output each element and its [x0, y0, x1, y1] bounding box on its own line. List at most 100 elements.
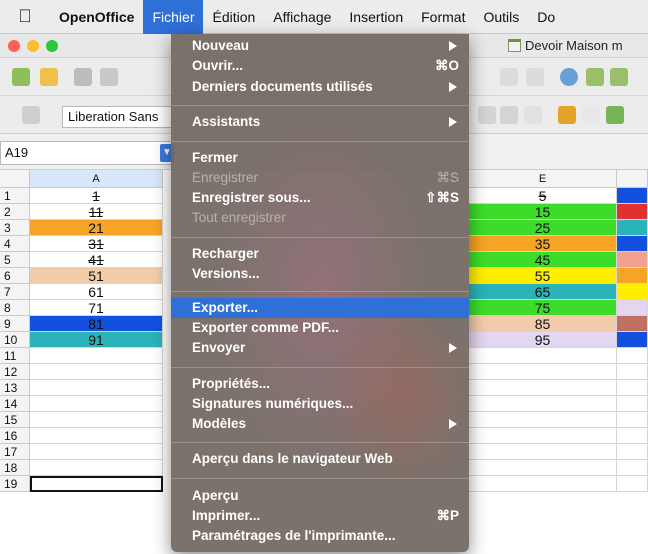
cell-f[interactable]	[617, 220, 648, 236]
cell-e[interactable]	[469, 412, 617, 428]
new-document-icon[interactable]	[12, 68, 30, 86]
cell-a[interactable]: 81	[30, 316, 163, 332]
row-header[interactable]: 2	[0, 204, 30, 220]
cell-e[interactable]: 75	[469, 300, 617, 316]
menu-item-versions[interactable]: Versions...	[171, 264, 469, 284]
menu-fichier[interactable]: Fichier	[143, 0, 204, 34]
menu-item-enregistrer-sous[interactable]: Enregistrer sous... ⇧⌘S	[171, 188, 469, 208]
cell-e[interactable]: 15	[469, 204, 617, 220]
cell-f[interactable]	[617, 364, 648, 380]
cell-a[interactable]	[30, 444, 163, 460]
cell-e[interactable]: 95	[469, 332, 617, 348]
cell-e[interactable]	[469, 396, 617, 412]
styles-icon[interactable]	[22, 106, 40, 124]
cell-a[interactable]: 41	[30, 252, 163, 268]
cell-e[interactable]: 5	[469, 188, 617, 204]
cell-a[interactable]	[30, 396, 163, 412]
menu-item-exporter[interactable]: Exporter...	[171, 298, 469, 318]
menu-item-assistants[interactable]: Assistants	[171, 112, 469, 132]
cell-a[interactable]	[30, 428, 163, 444]
merge-cells-icon[interactable]	[524, 106, 542, 124]
cell-e[interactable]	[469, 348, 617, 364]
zoom-window-button[interactable]	[46, 40, 58, 52]
cell-a[interactable]: 1	[30, 188, 163, 204]
row-header[interactable]: 8	[0, 300, 30, 316]
column-header-e[interactable]: E	[469, 170, 617, 188]
cell-a[interactable]	[30, 348, 163, 364]
menu-item-modeles[interactable]: Modèles	[171, 414, 469, 434]
menu-item-apercu[interactable]: Aperçu	[171, 486, 469, 506]
cell-a[interactable]: 71	[30, 300, 163, 316]
cell-f[interactable]	[617, 300, 648, 316]
cell-e[interactable]	[469, 460, 617, 476]
cell-f[interactable]	[617, 476, 648, 492]
cell-e[interactable]: 65	[469, 284, 617, 300]
cell-a[interactable]	[30, 364, 163, 380]
corner-select-all[interactable]	[0, 170, 30, 188]
menu-item-exporter-comme-pdf[interactable]: Exporter comme PDF...	[171, 318, 469, 338]
minimize-window-button[interactable]	[27, 40, 39, 52]
row-header[interactable]: 10	[0, 332, 30, 348]
cell-a[interactable]	[30, 412, 163, 428]
save-icon[interactable]	[74, 68, 92, 86]
percent-format-icon[interactable]	[582, 106, 600, 124]
row-header[interactable]: 1	[0, 188, 30, 204]
cell-e[interactable]	[469, 444, 617, 460]
menu-item-proprietes[interactable]: Propriétés...	[171, 374, 469, 394]
currency-format-icon[interactable]	[558, 106, 576, 124]
cell-a[interactable]: 91	[30, 332, 163, 348]
cell-a[interactable]: 51	[30, 268, 163, 284]
cell-a[interactable]: 11	[30, 204, 163, 220]
undo-icon[interactable]	[500, 68, 518, 86]
cell-a[interactable]: 21	[30, 220, 163, 236]
menu-item-recharger[interactable]: Recharger	[171, 244, 469, 264]
row-header[interactable]: 5	[0, 252, 30, 268]
font-name-field[interactable]: Liberation Sans	[62, 106, 172, 128]
cell-a[interactable]	[30, 476, 163, 492]
cell-e[interactable]	[469, 476, 617, 492]
sort-descending-icon[interactable]	[610, 68, 628, 86]
row-header[interactable]: 11	[0, 348, 30, 364]
cell-f[interactable]	[617, 204, 648, 220]
menu-outils[interactable]: Outils	[474, 0, 528, 34]
close-window-button[interactable]	[8, 40, 20, 52]
menu-item-imprimer[interactable]: Imprimer... ⌘P	[171, 506, 469, 526]
row-header[interactable]: 13	[0, 380, 30, 396]
row-header[interactable]: 3	[0, 220, 30, 236]
cell-f[interactable]	[617, 284, 648, 300]
cell-e[interactable]: 45	[469, 252, 617, 268]
navigator-icon[interactable]	[560, 68, 578, 86]
row-header[interactable]: 9	[0, 316, 30, 332]
menu-item-parametrages-de-l-imprimante[interactable]: Paramétrages de l'imprimante...	[171, 526, 469, 546]
menu-item-ouvrir[interactable]: Ouvrir... ⌘O	[171, 56, 469, 76]
row-header[interactable]: 17	[0, 444, 30, 460]
row-header[interactable]: 14	[0, 396, 30, 412]
menu-item-envoyer[interactable]: Envoyer	[171, 338, 469, 358]
name-box[interactable]: A19	[0, 141, 172, 165]
menu-documents[interactable]: Do	[528, 0, 564, 34]
cell-a[interactable]: 31	[30, 236, 163, 252]
cell-e[interactable]: 55	[469, 268, 617, 284]
menu-format[interactable]: Format	[412, 0, 474, 34]
number-format-icon[interactable]	[606, 106, 624, 124]
cell-f[interactable]	[617, 460, 648, 476]
row-header[interactable]: 16	[0, 428, 30, 444]
align-right-icon[interactable]	[478, 106, 496, 124]
cell-f[interactable]	[617, 380, 648, 396]
row-header[interactable]: 7	[0, 284, 30, 300]
cell-f[interactable]	[617, 188, 648, 204]
cell-a[interactable]	[30, 380, 163, 396]
cell-f[interactable]	[617, 316, 648, 332]
cell-f[interactable]	[617, 428, 648, 444]
menu-item-apercu-dans-le-navigateur-web[interactable]: Aperçu dans le navigateur Web	[171, 449, 469, 469]
row-header[interactable]: 4	[0, 236, 30, 252]
cell-f[interactable]	[617, 396, 648, 412]
cell-f[interactable]	[617, 268, 648, 284]
sort-ascending-icon[interactable]	[586, 68, 604, 86]
cell-f[interactable]	[617, 236, 648, 252]
redo-icon[interactable]	[526, 68, 544, 86]
row-header[interactable]: 12	[0, 364, 30, 380]
cell-f[interactable]	[617, 332, 648, 348]
cell-e[interactable]	[469, 428, 617, 444]
cell-e[interactable]: 25	[469, 220, 617, 236]
